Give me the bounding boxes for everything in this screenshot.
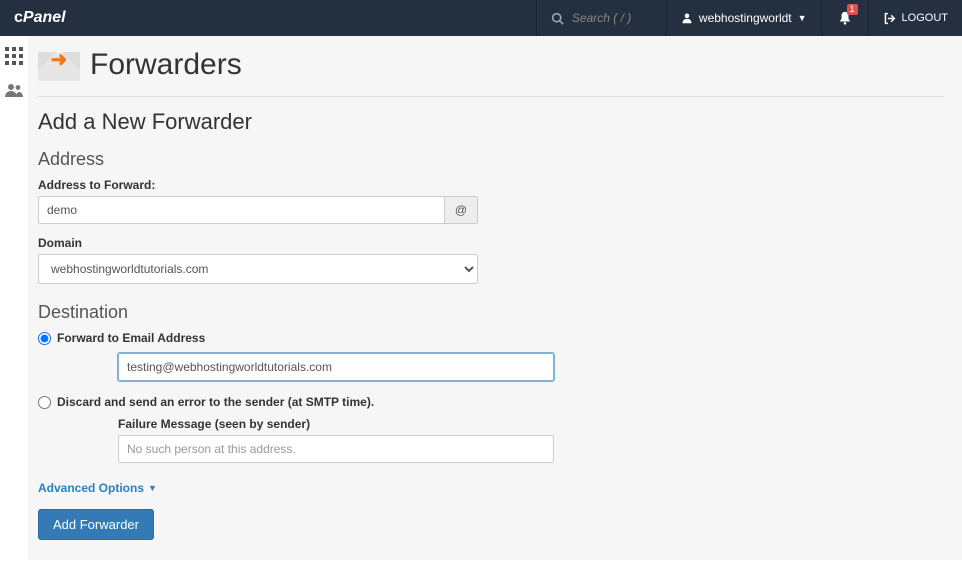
discard-radio-row: Discard and send an error to the sender … <box>38 395 944 409</box>
logout-label: LOGOUT <box>902 12 948 24</box>
advanced-options-label: Advanced Options <box>38 481 144 495</box>
search-input[interactable] <box>572 11 652 25</box>
sidebar-users-icon[interactable] <box>4 80 24 100</box>
domain-select[interactable]: webhostingworldtutorials.com <box>38 254 478 284</box>
forward-email-input[interactable] <box>118 353 554 381</box>
main-content: ➜ Forwarders Add a New Forwarder Address… <box>28 36 962 560</box>
address-label: Address to Forward: <box>38 178 944 192</box>
username-label: webhostingworldt <box>699 11 792 25</box>
discard-radio[interactable] <box>38 396 51 409</box>
user-menu[interactable]: webhostingworldt ▼ <box>666 0 821 36</box>
address-input[interactable] <box>38 196 445 224</box>
search-icon <box>551 12 564 25</box>
forward-radio[interactable] <box>38 332 51 345</box>
user-icon <box>681 12 693 24</box>
forward-email-wrap <box>118 353 944 381</box>
forward-radio-row: Forward to Email Address <box>38 331 944 345</box>
failure-wrap: Failure Message (seen by sender) <box>118 417 944 463</box>
sidebar <box>0 36 28 156</box>
page-title: Forwarders <box>90 48 242 82</box>
destination-section-heading: Destination <box>38 302 944 323</box>
sidebar-apps-icon[interactable] <box>4 46 24 66</box>
address-section-heading: Address <box>38 149 944 170</box>
notification-badge: 1 <box>847 4 858 15</box>
page-subtitle: Add a New Forwarder <box>38 109 944 135</box>
advanced-options-toggle[interactable]: Advanced Options ▼ <box>38 481 157 495</box>
failure-label: Failure Message (seen by sender) <box>118 417 944 431</box>
at-symbol-addon: @ <box>445 196 478 224</box>
discard-radio-label[interactable]: Discard and send an error to the sender … <box>57 395 374 409</box>
logout-button[interactable]: LOGOUT <box>868 0 962 36</box>
logout-icon <box>883 12 896 25</box>
notifications-button[interactable]: 1 <box>821 0 868 36</box>
page-header: ➜ Forwarders <box>38 44 944 92</box>
top-navbar: cPanel webhostingworldt ▼ 1 LOGOUT <box>0 0 962 36</box>
forwarders-icon: ➜ <box>38 49 80 81</box>
caret-down-icon: ▼ <box>798 13 807 23</box>
domain-label: Domain <box>38 236 944 250</box>
caret-down-icon: ▼ <box>148 483 157 493</box>
address-input-group: @ <box>38 196 478 224</box>
cpanel-logo[interactable]: cPanel <box>0 0 80 36</box>
add-forwarder-button[interactable]: Add Forwarder <box>38 509 154 540</box>
divider <box>38 96 944 97</box>
search-section <box>536 0 666 36</box>
forward-radio-label[interactable]: Forward to Email Address <box>57 331 205 345</box>
failure-message-input[interactable] <box>118 435 554 463</box>
